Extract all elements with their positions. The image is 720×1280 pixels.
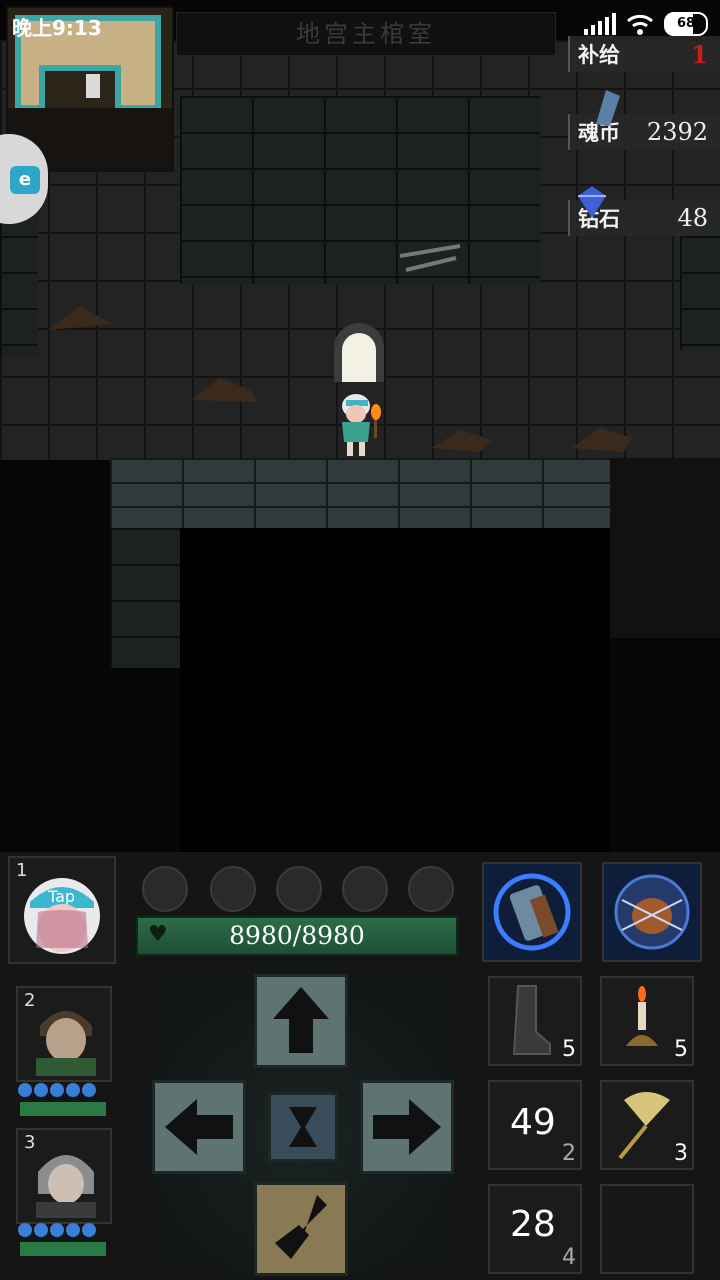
north-brick-wall [180,96,540,284]
member-2-portrait[interactable]: 2 [16,986,112,1082]
item-slot-boot[interactable]: 5 [488,976,582,1066]
rubble-icon [48,306,112,330]
battery-indicator: 68 [664,12,708,36]
energy-orb-5 [408,866,454,912]
fan-icon [618,1092,670,1160]
skill-tap-card-button[interactable] [482,862,582,962]
member-3-energy [18,1222,108,1241]
item-count: 4 [562,1245,576,1270]
item-slot-candle[interactable]: 5 [600,976,694,1066]
item-count: 5 [562,1037,576,1062]
rubble-icon [432,430,492,452]
supply-value: 1 [691,39,708,69]
dig-button[interactable] [254,1182,348,1276]
assistant-logo: e [10,166,40,194]
signal-icon [584,13,616,35]
move-up-button[interactable] [254,974,348,1068]
diamond-value: 48 [677,204,708,232]
bones-icon [399,244,461,272]
item-slot-stack-b[interactable]: 28 4 [488,1184,582,1274]
dark-corner [610,458,720,638]
item-count: 2 [562,1141,576,1166]
soul-coin-icon [596,90,620,126]
move-right-button[interactable] [360,1080,454,1174]
item-slot-fan[interactable]: 3 [600,1080,694,1170]
item-bag-icon [614,874,690,950]
member-3-avatar [36,1155,96,1218]
item-count: 5 [674,1037,688,1062]
energy-orb-1 [142,866,188,912]
hp-bar: ♥ 8980/8980 [136,916,458,956]
candle-icon [626,986,658,1046]
soul-coin-value: 2392 [646,118,708,146]
supply-counter: 补给 1 [568,36,720,72]
leader-portrait[interactable]: 1 Tap [8,856,116,964]
shovel-icon [275,1195,327,1259]
player-character [342,394,381,456]
system-status-icons: 68 [584,12,708,36]
rubble-icon [572,428,632,452]
energy-orb-2 [210,866,256,912]
energy-orb-4 [342,866,388,912]
member-3-portrait[interactable]: 3 [16,1128,112,1224]
arched-doorway[interactable] [330,320,388,382]
room-title: 地宫主棺室 [176,12,556,56]
ledge-wall [110,458,610,528]
member-3-hp-bar [20,1242,106,1256]
heart-icon: ♥ [148,922,168,947]
player-marker [86,74,100,98]
item-big-count: 28 [510,1204,556,1245]
arrow-left-icon [165,1099,233,1155]
item-count: 3 [674,1141,688,1166]
move-left-button[interactable] [152,1080,246,1174]
boot-icon [512,985,551,1055]
item-slot-empty[interactable] [600,1184,694,1274]
diamond-icon [578,186,606,218]
wifi-icon [627,14,653,35]
member-2-hp-bar [20,1102,106,1116]
skill-item-bag-button[interactable] [602,862,702,962]
arrow-up-icon [273,987,329,1053]
hourglass-icon [289,1107,317,1147]
wait-button[interactable] [268,1092,338,1162]
tap-card-icon [493,873,571,951]
dungeon-scene[interactable]: e 晚上9:13 68 地宫主棺室 补给 1 魂币 2392 钻石 48 [0,0,720,852]
member-2-energy [18,1082,108,1101]
left-pillar [110,528,180,668]
rubble-icon [192,378,258,402]
dark-pit [180,528,610,852]
supply-label: 补给 [578,42,620,67]
hp-text: 8980/8980 [229,921,365,950]
item-big-count: 49 [510,1102,556,1143]
status-time: 晚上9:13 [12,16,102,40]
leader-avatar: Tap [24,878,100,954]
arrow-right-icon [373,1099,441,1155]
svg-text:Tap: Tap [47,887,75,906]
member-2-avatar [36,1011,96,1076]
item-slot-stack-a[interactable]: 49 2 [488,1080,582,1170]
energy-orb-3 [276,866,322,912]
